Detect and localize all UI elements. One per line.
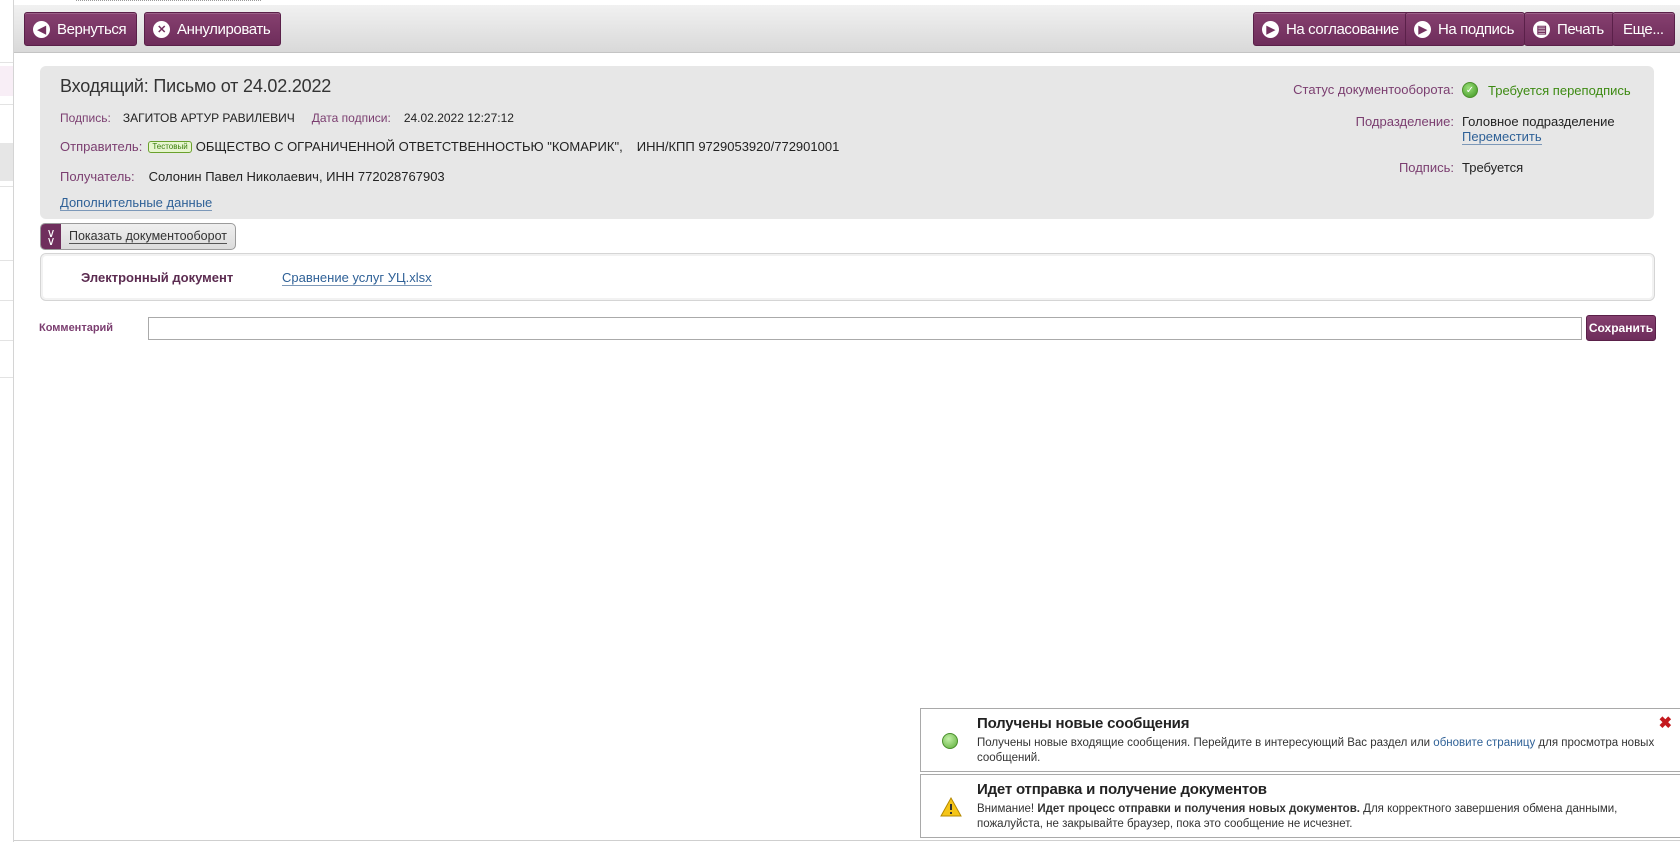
signature-status-label: Подпись:: [1398, 160, 1454, 175]
notification-text-bold: Идет процесс отправки и получения новых …: [1037, 803, 1360, 815]
notification-text-prefix: Внимание!: [977, 803, 1038, 815]
department-row: Подразделение: Головное подразделение Пе…: [1355, 114, 1634, 145]
show-docflow-label: Показать документооборот: [69, 229, 227, 244]
refresh-page-link[interactable]: обновите страницу: [1433, 737, 1535, 749]
docflow-status-row: Статус документооборота: ✓ Требуется пер…: [1293, 82, 1634, 98]
sign-date-label: Дата подписи:: [311, 111, 391, 125]
edge-divider: [0, 300, 13, 301]
print-button[interactable]: ▤ Печать: [1524, 12, 1615, 46]
department-value: Головное подразделение Переместить: [1462, 114, 1634, 145]
edge-block: [0, 143, 13, 181]
warning-icon: [940, 797, 962, 817]
department-label: Подразделение:: [1355, 114, 1454, 129]
signature-value: ЗАГИТОВ АРТУР РАВИЛЕВИЧ: [122, 111, 295, 125]
notification-sync-in-progress: Идет отправка и получение документов Вни…: [920, 774, 1680, 838]
arrow-left-icon: ◀: [33, 20, 50, 38]
comment-input[interactable]: [148, 317, 1582, 340]
edge-divider: [0, 340, 13, 341]
left-page-edge: [0, 0, 14, 842]
recipient-value: Солонин Павел Николаевич, ИНН 7720287679…: [148, 169, 445, 184]
close-icon[interactable]: ✖: [1659, 713, 1672, 733]
forward-icon: ▶: [1262, 20, 1279, 38]
forward-icon: ▶: [1414, 20, 1431, 38]
notification-text-start: Получены новые входящие сообщения. Перей…: [977, 737, 1434, 749]
close-circle-icon: ✕: [153, 20, 170, 38]
sender-value: ОБЩЕСТВО С ОГРАНИЧЕННОЙ ОТВЕТСТВЕННОСТЬЮ…: [195, 139, 623, 154]
page-title: Входящий: Письмо от 24.02.2022: [60, 76, 332, 96]
sender-label: Отправитель:: [60, 139, 143, 154]
more-button[interactable]: Еще...: [1612, 12, 1675, 46]
document-file-link[interactable]: Сравнение услуг УЦ.xlsx: [282, 270, 432, 286]
additional-data-link[interactable]: Дополнительные данные: [60, 195, 213, 211]
edge-divider: [0, 104, 13, 105]
edge-divider: [0, 186, 13, 187]
edge-highlight: [0, 66, 13, 96]
toolbar: ◀ Вернуться ✕ Аннулировать ▶ На согласов…: [14, 5, 1680, 53]
send-for-approval-button[interactable]: ▶ На согласование: [1253, 12, 1410, 46]
annul-button[interactable]: ✕ Аннулировать: [144, 12, 282, 46]
save-button[interactable]: Сохранить: [1586, 315, 1656, 341]
notification-text: Получены новые входящие сообщения. Перей…: [977, 736, 1657, 766]
send-for-signature-button[interactable]: ▶ На подпись: [1405, 12, 1526, 46]
electronic-document-box: Электронный документ Сравнение услуг УЦ.…: [40, 253, 1655, 301]
check-circle-icon: ✓: [1462, 82, 1478, 98]
docflow-status-text: Требуется переподпись: [1488, 82, 1631, 98]
double-chevron-down-icon: ∨ ∨: [41, 224, 61, 249]
test-badge: Тестовый: [148, 140, 192, 153]
department-text: Головное подразделение: [1462, 114, 1615, 129]
notification-title: Получены новые сообщения: [977, 715, 1190, 732]
dotted-rule: [76, 0, 261, 1]
signature-label: Подпись:: [60, 111, 111, 125]
signature-status-value: Требуется: [1462, 160, 1524, 175]
notification-new-messages: Получены новые сообщения Получены новые …: [920, 708, 1680, 772]
move-link[interactable]: Переместить: [1462, 129, 1542, 145]
signature-row: Подпись: ЗАГИТОВ АРТУР РАВИЛЕВИЧ Дата по…: [60, 111, 514, 125]
docflow-status-label: Статус документооборота:: [1293, 82, 1454, 97]
recipient-label: Получатель:: [60, 169, 135, 184]
show-docflow-toggle[interactable]: ∨ ∨ Показать документооборот: [40, 223, 236, 250]
printer-icon: ▤: [1533, 20, 1550, 38]
bottom-border: [14, 840, 1680, 841]
back-button[interactable]: ◀ Вернуться: [24, 12, 138, 46]
notification-text: Внимание! Идет процесс отправки и получе…: [977, 802, 1657, 832]
docflow-status-value: ✓ Требуется переподпись: [1462, 82, 1634, 98]
document-info-card: Входящий: Письмо от 24.02.2022 Подпись: …: [40, 66, 1654, 219]
additional-data-row: Дополнительные данные: [60, 195, 213, 211]
edge-divider: [0, 260, 13, 261]
signature-status-row: Подпись: Требуется: [1399, 160, 1634, 175]
comment-label: Комментарий: [39, 322, 114, 334]
electronic-document-label: Электронный документ: [81, 270, 234, 285]
sender-row: Отправитель: Тестовый ОБЩЕСТВО С ОГРАНИЧ…: [60, 139, 839, 154]
green-circle-icon: [942, 733, 958, 749]
notification-title: Идет отправка и получение документов: [977, 781, 1267, 798]
recipient-row: Получатель: Солонин Павел Николаевич, ИН…: [60, 169, 445, 184]
edge-divider: [0, 377, 13, 378]
edge-divider: [0, 62, 13, 63]
sender-inn: ИНН/КПП 9729053920/772901001: [636, 139, 840, 154]
sign-date-value: 24.02.2022 12:27:12: [403, 111, 514, 125]
